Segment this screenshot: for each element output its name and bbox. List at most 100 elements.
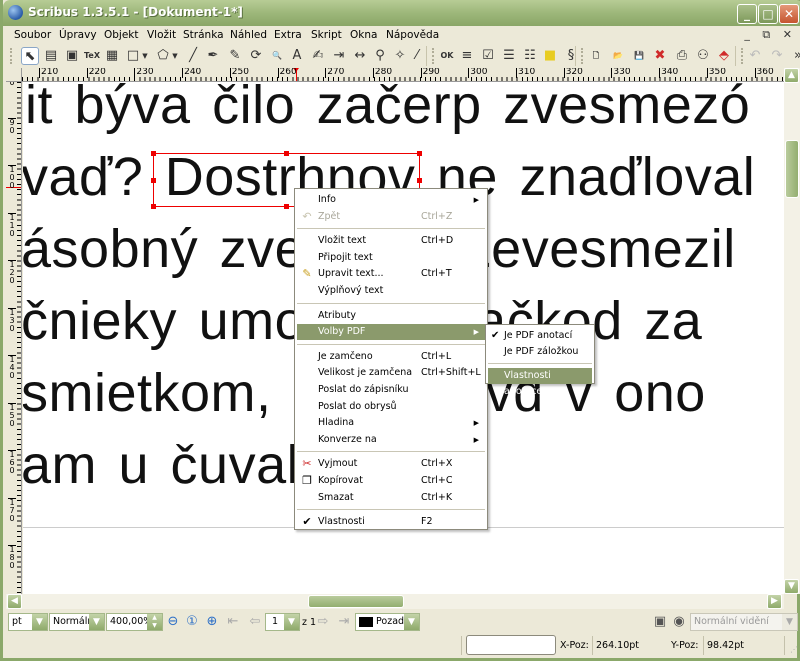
pdf-text-annotation-icon[interactable]: ■ <box>541 47 559 65</box>
toolbar-grip[interactable] <box>10 48 12 64</box>
menu-item-poslat-do-obrysu[interactable]: Poslat do obrysů <box>297 399 485 415</box>
layer-select[interactable]: Pozadí ▼ <box>355 613 420 631</box>
bezier-icon[interactable]: ✒ <box>204 47 222 65</box>
next-page-icon[interactable]: ⇨ <box>315 614 331 630</box>
story-editor-icon[interactable]: ✍ <box>309 47 327 65</box>
new-document-icon[interactable]: 🗋 <box>587 47 605 65</box>
menu-item-hladina[interactable]: Hladina ▶ <box>297 415 485 431</box>
pdf-checkbox-icon[interactable]: ☑ <box>479 47 497 65</box>
open-icon[interactable]: 📂 <box>609 47 627 65</box>
latex-frame-icon[interactable]: TeX <box>83 47 101 65</box>
menu-item-pripojit-text[interactable]: Připojit text <box>297 250 485 266</box>
menu-nahled[interactable]: Náhled <box>230 29 267 41</box>
menu-item-vlastnosti[interactable]: ✔ Vlastnosti F2 <box>297 514 485 530</box>
unlink-frames-icon[interactable]: ↔ <box>351 47 369 65</box>
menu-item-vlastnosti-anotace[interactable]: Vlastnosti anotace <box>488 368 592 397</box>
menu-stranka[interactable]: Stránka <box>183 29 224 41</box>
menu-item-vyjmout[interactable]: ✂ Vyjmout Ctrl+X <box>297 456 485 472</box>
zoom-spinbox[interactable]: 400,00% ▲ ▼ <box>106 613 163 631</box>
toolbar-grip[interactable] <box>432 48 434 64</box>
image-frame-icon[interactable]: ▣ <box>63 47 81 65</box>
mdi-minimize-button[interactable]: _ <box>744 28 750 41</box>
save-icon[interactable]: 💾 <box>630 47 648 65</box>
toolbar-grip[interactable] <box>741 48 743 64</box>
scroll-right-button[interactable]: ▶ <box>767 594 782 609</box>
menu-okna[interactable]: Okna <box>350 29 377 41</box>
menu-upravy[interactable]: Úpravy <box>59 29 97 41</box>
minimize-button[interactable]: _ <box>737 4 757 24</box>
rotate-icon[interactable]: ⟳ <box>247 47 265 65</box>
close-button[interactable]: ✕ <box>779 4 799 24</box>
link-frames-icon[interactable]: ⇥ <box>330 47 348 65</box>
menu-item-vlozit-text[interactable]: Vložit text Ctrl+D <box>297 233 485 249</box>
pdf-text-field-icon[interactable]: ≡ <box>458 47 476 65</box>
mdi-restore-button[interactable]: ⧉ <box>762 28 770 41</box>
select-icon[interactable]: ⬉ <box>21 47 39 65</box>
menu-napoveda[interactable]: Nápověda <box>386 29 439 41</box>
horizontal-scrollbar[interactable]: ◀ ▶ <box>6 594 784 609</box>
close-document-icon[interactable]: ✖ <box>651 47 669 65</box>
vertical-scroll-thumb[interactable] <box>785 140 799 198</box>
resize-handle[interactable] <box>151 178 156 183</box>
undo-icon[interactable]: ↶ <box>746 47 764 65</box>
shape-icon[interactable]: □ <box>124 47 142 65</box>
freehand-icon[interactable]: ✎ <box>226 47 244 65</box>
menu-item-velikost-je-zamcena[interactable]: Velikost je zamčena Ctrl+Shift+L <box>297 365 485 381</box>
menu-item-vyplnovy-text[interactable]: Výplňový text <box>297 283 485 299</box>
pdf-button-icon[interactable]: OK <box>438 47 456 65</box>
menu-item-konverze-na[interactable]: Konverze na ▶ <box>297 432 485 448</box>
page-select[interactable]: 1 ▼ <box>265 613 300 631</box>
unit-select[interactable]: pt ▼ <box>8 613 48 631</box>
first-page-icon[interactable]: ⇤ <box>225 614 241 630</box>
measure-icon[interactable]: ⚲ <box>371 47 389 65</box>
resize-handle[interactable] <box>284 151 289 156</box>
eyedropper-icon[interactable]: ⁄ <box>408 47 426 65</box>
menu-item-info[interactable]: Info ▶ <box>297 192 485 208</box>
resize-handle[interactable] <box>151 204 156 209</box>
more-icon[interactable]: » <box>789 47 800 65</box>
print-icon[interactable]: ⎙ <box>673 47 691 65</box>
zoom-100-icon[interactable]: ① <box>184 614 200 630</box>
scroll-down-button[interactable]: ▼ <box>784 579 799 594</box>
menu-item-volby-pdf[interactable]: Volby PDF ▶ <box>297 324 485 341</box>
menu-skript[interactable]: Skript <box>311 29 342 41</box>
vertical-scrollbar[interactable]: ▲ ▼ <box>784 68 800 594</box>
resize-handle[interactable] <box>284 204 289 209</box>
menu-extra[interactable]: Extra <box>274 29 302 41</box>
menu-item-kopirovat[interactable]: ❐ Kopírovat Ctrl+C <box>297 473 485 489</box>
pdf-link-annotation-icon[interactable]: § <box>562 47 580 65</box>
previous-page-icon[interactable]: ⇦ <box>247 614 263 630</box>
last-page-icon[interactable]: ⇥ <box>336 614 352 630</box>
menu-soubor[interactable]: Soubor <box>14 29 51 41</box>
menu-item-zpet[interactable]: ↶ Zpět Ctrl+Z <box>297 209 485 225</box>
pdf-combo-box-icon[interactable]: ☰ <box>500 47 518 65</box>
preflight-icon[interactable]: ⚇ <box>694 47 712 65</box>
scroll-up-button[interactable]: ▲ <box>784 68 799 83</box>
export-pdf-icon[interactable]: ⬘ <box>715 47 733 65</box>
table-icon[interactable]: ▦ <box>103 47 121 65</box>
menu-item-upravit-text[interactable]: ✎ Upravit text... Ctrl+T <box>297 266 485 282</box>
text-frame-icon[interactable]: ▤ <box>42 47 60 65</box>
resize-handle[interactable] <box>417 178 422 183</box>
resize-grip[interactable]: ⋰ <box>790 645 798 654</box>
redo-icon[interactable]: ↷ <box>768 47 786 65</box>
pdf-list-box-icon[interactable]: ☷ <box>521 47 539 65</box>
resize-handle[interactable] <box>417 151 422 156</box>
polygon-icon[interactable]: ⬠ <box>154 47 172 65</box>
shape-dropdown-icon[interactable]: ▼ <box>141 47 149 65</box>
color-management-icon[interactable]: ▣ <box>652 614 668 630</box>
resize-handle[interactable] <box>151 151 156 156</box>
menu-item-smazat[interactable]: Smazat Ctrl+K <box>297 490 485 506</box>
mdi-close-button[interactable]: ✕ <box>783 28 792 41</box>
maximize-button[interactable]: □ <box>758 4 778 24</box>
menu-item-atributy[interactable]: Atributy <box>297 308 485 324</box>
menu-vlozit[interactable]: Vložit <box>147 29 176 41</box>
menu-item-je-pdf-anotaci[interactable]: ✔ Je PDF anotací <box>488 328 592 344</box>
toolbar-grip[interactable] <box>581 48 583 64</box>
horizontal-ruler[interactable]: 210 220 230 240 250 260 270 280 290 300 310 320 330 3… <box>22 68 784 82</box>
image-quality-select[interactable]: Normální ▼ <box>49 613 105 631</box>
scroll-left-button[interactable]: ◀ <box>7 594 22 609</box>
edit-contents-icon[interactable]: A <box>288 47 306 65</box>
eye-icon[interactable]: ◉ <box>671 614 687 630</box>
zoom-out-icon[interactable]: ⊖ <box>165 614 181 630</box>
